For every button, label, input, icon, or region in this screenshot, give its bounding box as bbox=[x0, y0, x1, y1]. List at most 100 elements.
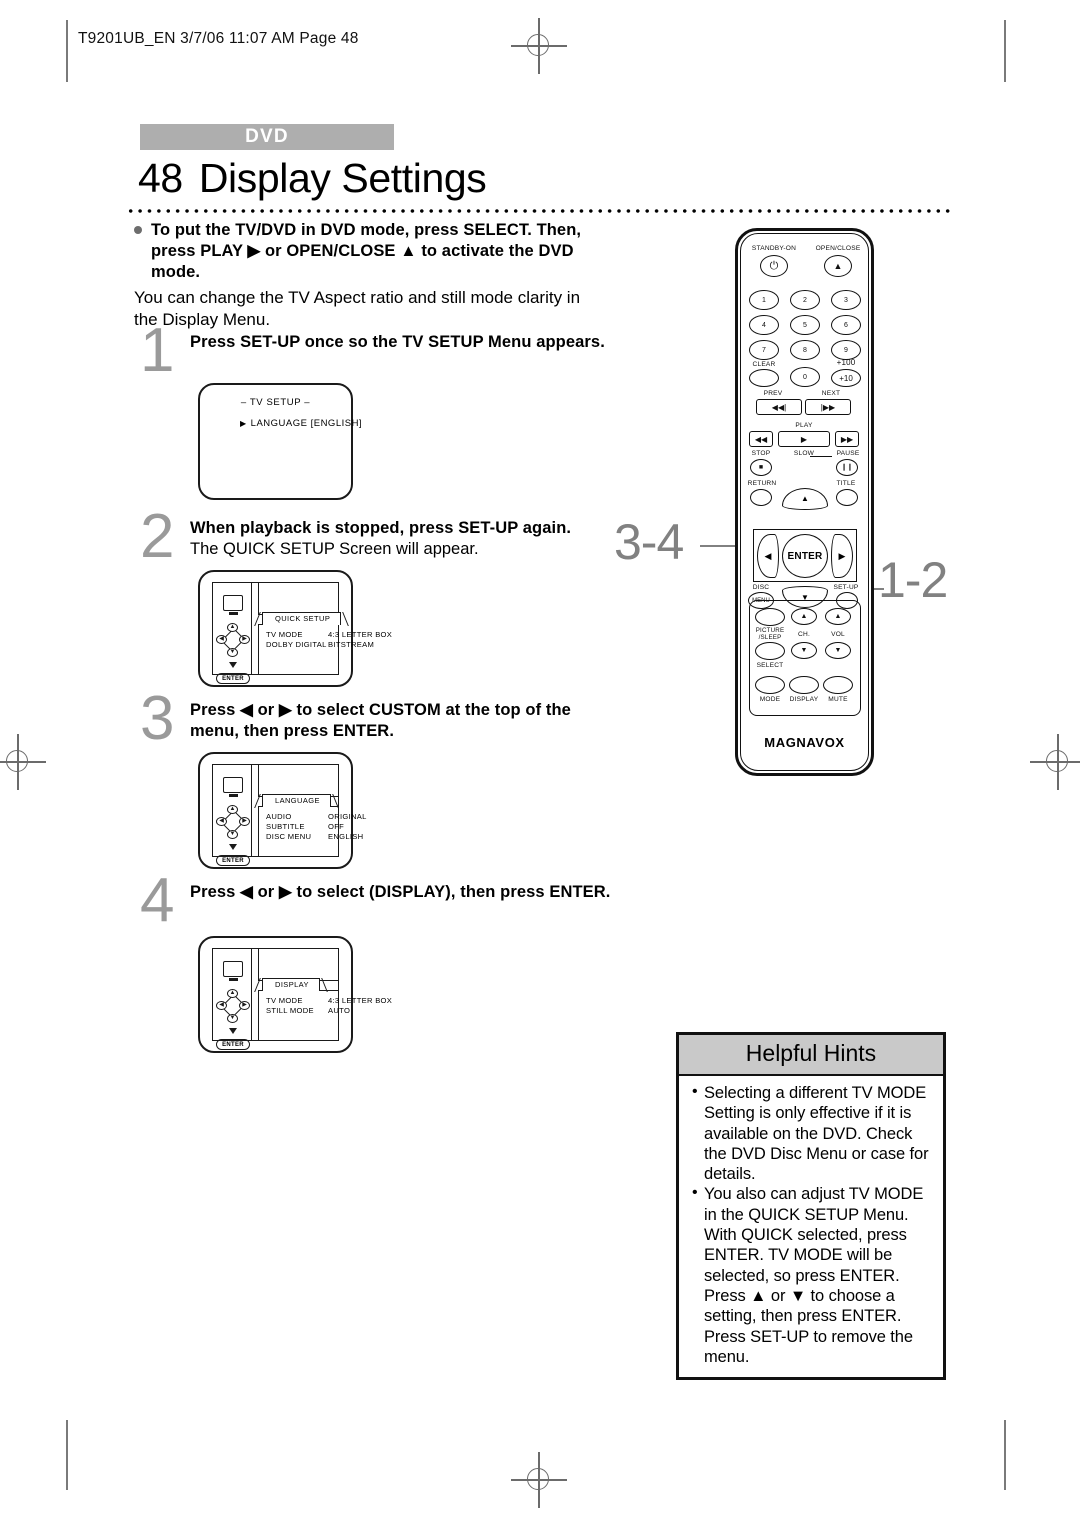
helpful-hints-heading: Helpful Hints bbox=[679, 1035, 943, 1076]
registration-mark-right bbox=[1030, 734, 1080, 790]
dpad-left-icon: ◀ bbox=[216, 817, 227, 826]
stop-button[interactable]: ■ bbox=[750, 459, 772, 476]
osd-item-value: AUTO bbox=[328, 1006, 351, 1015]
intro-lead: To put the TV/DVD in DVD mode, press SEL… bbox=[134, 220, 604, 283]
key-6-button[interactable]: 6 bbox=[831, 315, 861, 335]
select-button[interactable] bbox=[755, 642, 785, 660]
page-title: 48 Display Settings bbox=[138, 155, 487, 202]
remote-brand: MAGNAVOX bbox=[764, 735, 845, 750]
page-title-text: Display Settings bbox=[198, 155, 487, 201]
picture-sleep-button[interactable] bbox=[755, 608, 785, 626]
osd-item-key: DOLBY DIGITAL bbox=[266, 640, 327, 649]
key-7-button[interactable]: 7 bbox=[749, 340, 779, 360]
rewind-button[interactable]: ◀◀ bbox=[749, 431, 773, 447]
tv-icon bbox=[223, 777, 243, 797]
clear-label: CLEAR bbox=[752, 361, 776, 368]
volume-up-button[interactable]: ▲ bbox=[825, 608, 851, 625]
osd-item-key: TV MODE bbox=[266, 630, 303, 639]
osd-tab-quick-setup: QUICK SETUP bbox=[262, 612, 342, 625]
channel-down-button[interactable]: ▼ bbox=[791, 642, 817, 659]
osd-item-key: STILL MODE bbox=[266, 1006, 314, 1015]
osd-items-display: TV MODE 4:3 LETTER BOX STILL MODE AUTO bbox=[266, 996, 392, 1016]
clear-button[interactable] bbox=[749, 369, 779, 387]
volume-down-button[interactable]: ▼ bbox=[825, 642, 851, 659]
standby-on-label: STANDBY-ON bbox=[751, 245, 797, 252]
trim-mark-bottom-left bbox=[66, 1420, 68, 1490]
dpad-right-icon: ▶ bbox=[239, 817, 250, 826]
nav-left-button[interactable]: ◀ bbox=[757, 534, 779, 578]
helpful-hints-body: • Selecting a different TV MODE Setting i… bbox=[679, 1076, 943, 1377]
display-label: DISPLAY bbox=[789, 696, 819, 703]
mode-button[interactable] bbox=[755, 676, 785, 694]
osd-item-key: SUBTITLE bbox=[266, 822, 305, 831]
return-button[interactable] bbox=[750, 489, 772, 506]
hint-item: • You also can adjust TV MODE in the QUIC… bbox=[689, 1184, 933, 1367]
intro-lead-text: To put the TV/DVD in DVD mode, press SEL… bbox=[151, 221, 582, 281]
picture-sleep-label-1: PICTURE bbox=[755, 627, 785, 634]
key-8-button[interactable]: 8 bbox=[790, 340, 820, 360]
dpad-icon: ▲ ▼ ◀ ▶ bbox=[216, 805, 250, 839]
key-2-button[interactable]: 2 bbox=[790, 290, 820, 310]
osd-tab-language: LANGUAGE bbox=[262, 794, 331, 807]
page-title-number: 48 bbox=[138, 155, 183, 201]
osd-item-value: ORIGINAL bbox=[328, 812, 367, 821]
osd-title-tv-setup: – TV SETUP – bbox=[240, 397, 311, 408]
osd-top-box bbox=[258, 764, 339, 797]
tv-icon bbox=[223, 961, 243, 981]
pause-button[interactable]: ❙❙ bbox=[836, 459, 858, 476]
callout-3-4: 3-4 bbox=[614, 514, 684, 570]
key-9-button[interactable]: 9 bbox=[831, 340, 861, 360]
stop-label: STOP bbox=[751, 450, 771, 457]
dpad-up-icon: ▲ bbox=[227, 623, 238, 632]
osd-item: STILL MODE AUTO bbox=[266, 1006, 392, 1016]
caret-icon: ▶ bbox=[240, 419, 247, 428]
fast-forward-button[interactable]: ▶▶ bbox=[835, 431, 859, 447]
osd-sidebar: ▲ ▼ ◀ ▶ ENTER bbox=[212, 764, 252, 866]
channel-up-button[interactable]: ▲ bbox=[791, 608, 817, 625]
step-2-note: The QUICK SETUP Screen will appear. bbox=[190, 540, 479, 558]
prev-button[interactable]: ◀◀| bbox=[756, 399, 802, 415]
dpad-right-icon: ▶ bbox=[239, 635, 250, 644]
osd-item: DOLBY DIGITALBITSTREAM bbox=[266, 640, 392, 650]
key-0-button[interactable]: 0 bbox=[790, 367, 820, 387]
next-button[interactable]: |▶▶ bbox=[805, 399, 851, 415]
mute-button[interactable] bbox=[823, 676, 853, 694]
plus100-label: +100 bbox=[836, 358, 856, 367]
step-3-number: 3 bbox=[140, 684, 175, 753]
osd-row-language-text: LANGUAGE [ENGLISH] bbox=[250, 418, 363, 429]
key-1-button[interactable]: 1 bbox=[749, 290, 779, 310]
dpad-icon: ▲ ▼ ◀ ▶ bbox=[216, 989, 250, 1023]
open-close-button[interactable]: ▲ bbox=[824, 255, 852, 277]
bullet-icon: • bbox=[692, 1083, 698, 1100]
enter-button[interactable]: ENTER bbox=[782, 534, 828, 578]
return-label: RETURN bbox=[747, 480, 777, 487]
dvd-badge: DVD bbox=[140, 124, 394, 150]
play-label: PLAY bbox=[795, 422, 813, 429]
registration-mark-bottom bbox=[511, 1452, 567, 1508]
osd-item-value: 4:3 LETTER BOX bbox=[328, 630, 393, 639]
osd-tab-display: DISPLAY bbox=[262, 978, 320, 991]
select-label: SELECT bbox=[756, 662, 784, 669]
hint-item: • Selecting a different TV MODE Setting i… bbox=[689, 1083, 933, 1184]
osd-screen-tv-setup: – TV SETUP – ▶ LANGUAGE [ENGLISH] bbox=[198, 383, 362, 500]
osd-item-value: BITSTREAM bbox=[328, 640, 375, 649]
hint-item-text: Selecting a different TV MODE Setting is… bbox=[704, 1084, 929, 1184]
volume-label: VOL bbox=[831, 631, 845, 638]
intro-block: To put the TV/DVD in DVD mode, press SEL… bbox=[134, 220, 604, 331]
osd-sidebar: ▲ ▼ ◀ ▶ ENTER bbox=[212, 948, 252, 1050]
osd-items-language: AUDIO ORIGINAL SUBTITLE OFF DISC MENU ENGLI… bbox=[266, 812, 367, 842]
title-label: TITLE bbox=[836, 480, 856, 487]
key-4-button[interactable]: 4 bbox=[749, 315, 779, 335]
osd-item: TV MODE 4:3 LETTER BOX bbox=[266, 630, 392, 640]
play-button[interactable]: ▶ bbox=[778, 431, 830, 447]
key-5-button[interactable]: 5 bbox=[790, 315, 820, 335]
display-button[interactable] bbox=[789, 676, 819, 694]
osd-item: SUBTITLE OFF bbox=[266, 822, 367, 832]
mute-label: MUTE bbox=[828, 696, 848, 703]
plus10-button[interactable]: +10 bbox=[831, 369, 861, 387]
next-label: NEXT bbox=[821, 390, 841, 397]
channel-label: CH. bbox=[798, 631, 810, 638]
standby-on-button[interactable]: ⏻ bbox=[760, 255, 788, 277]
title-button[interactable] bbox=[836, 489, 858, 506]
key-3-button[interactable]: 3 bbox=[831, 290, 861, 310]
